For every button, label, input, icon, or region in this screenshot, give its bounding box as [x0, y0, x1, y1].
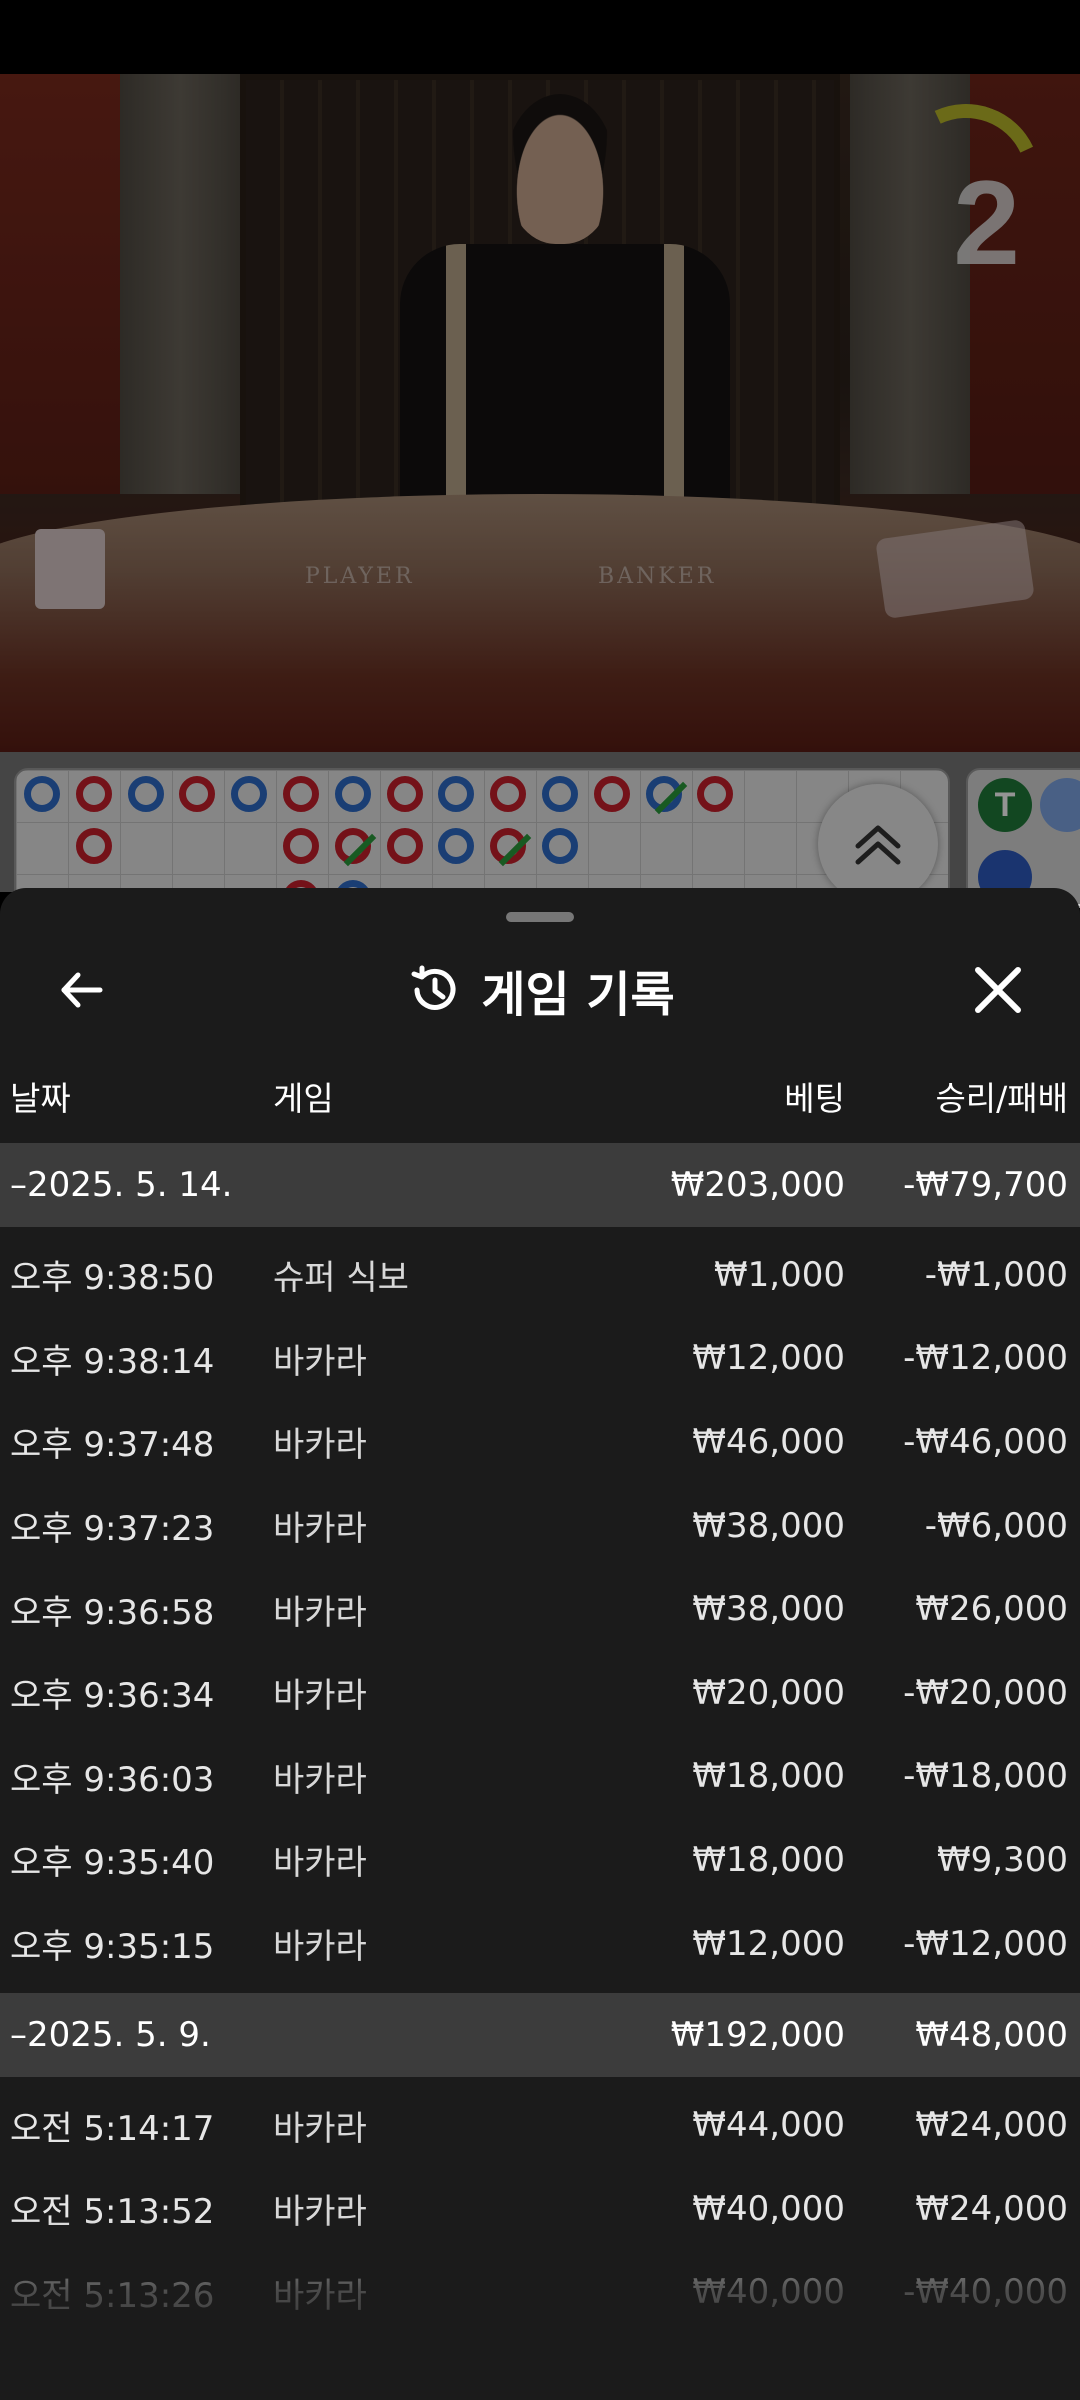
close-icon: [975, 967, 1021, 1013]
row-bet: ₩44,000: [692, 2105, 845, 2146]
sheet-title: 게임 기록: [481, 967, 675, 1023]
history-row[interactable]: 오후 9:36:03 바카라 ₩18,000 -₩18,000: [0, 1735, 1080, 1819]
row-bet: ₩12,000: [692, 1923, 845, 1964]
row-time: 오후 9:38:14: [10, 1341, 215, 1382]
row-time: 오후 9:38:50: [10, 1258, 215, 1299]
group-total-result: ₩48,000: [915, 2015, 1068, 2056]
history-row[interactable]: 오후 9:35:40 바카라 ₩18,000 ₩9,300: [0, 1818, 1080, 1902]
row-result: -₩1,000: [924, 1254, 1068, 1295]
row-game: 바카라: [273, 1843, 367, 1884]
date-group-header[interactable]: –2025. 5. 9. ₩192,000 ₩48,000: [0, 1993, 1080, 2078]
row-time: 오후 9:35:15: [10, 1927, 215, 1968]
back-button[interactable]: [46, 950, 116, 1030]
row-game: 바카라: [273, 2192, 367, 2233]
history-row[interactable]: 오후 9:38:14 바카라 ₩12,000 -₩12,000: [0, 1317, 1080, 1401]
group-total-result: -₩79,700: [903, 1165, 1068, 1205]
column-header-game: 게임: [273, 1079, 334, 1118]
row-result: -₩20,000: [903, 1672, 1068, 1713]
row-game: 바카라: [273, 1592, 367, 1633]
history-row[interactable]: 오전 5:13:52 바카라 ₩40,000 ₩24,000: [0, 2167, 1080, 2251]
row-game: 슈퍼 식보: [273, 1258, 409, 1299]
row-time: 오후 9:36:03: [10, 1759, 215, 1800]
status-bar: [0, 0, 1080, 74]
history-row[interactable]: 오후 9:37:23 바카라 ₩38,000 -₩6,000: [0, 1484, 1080, 1568]
history-row[interactable]: 오후 9:36:34 바카라 ₩20,000 -₩20,000: [0, 1651, 1080, 1735]
dim-overlay[interactable]: [0, 74, 1080, 904]
row-result: ₩26,000: [915, 1589, 1068, 1630]
row-game: 바카라: [273, 2108, 367, 2149]
row-result: -₩46,000: [903, 1421, 1068, 1462]
row-game: 바카라: [273, 1676, 367, 1717]
history-row[interactable]: 오후 9:38:50 슈퍼 식보 ₩1,000 -₩1,000: [0, 1233, 1080, 1317]
row-result: -₩12,000: [903, 1338, 1068, 1379]
row-game: 바카라: [273, 1425, 367, 1466]
row-game: 바카라: [273, 2275, 367, 2316]
row-result: ₩24,000: [915, 2188, 1068, 2229]
history-row[interactable]: 오전 5:14:17 바카라 ₩44,000 ₩24,000: [0, 2083, 1080, 2167]
history-row[interactable]: 오후 9:36:58 바카라 ₩38,000 ₩26,000: [0, 1567, 1080, 1651]
row-bet: ₩12,000: [692, 1338, 845, 1379]
sheet-header: 게임 기록: [0, 950, 1080, 1030]
row-game: 바카라: [273, 1341, 367, 1382]
history-row[interactable]: 오후 9:37:48 바카라 ₩46,000 -₩46,000: [0, 1400, 1080, 1484]
row-time: 오전 5:13:26: [10, 2275, 215, 2316]
row-bet: ₩18,000: [692, 1756, 845, 1797]
row-bet: ₩18,000: [692, 1839, 845, 1880]
group-date: –2025. 5. 14.: [10, 1165, 233, 1205]
date-group-header[interactable]: –2025. 5. 14. ₩203,000 -₩79,700: [0, 1143, 1080, 1227]
history-row[interactable]: 오후 9:35:15 바카라 ₩12,000 -₩12,000: [0, 1902, 1080, 1986]
history-list[interactable]: –2025. 5. 14. ₩203,000 -₩79,700 오후 9:38:50 슈…: [0, 1143, 1080, 2334]
row-result: -₩6,000: [924, 1505, 1068, 1546]
row-time: 오후 9:35:40: [10, 1843, 215, 1884]
column-header-win-loss: 승리/패배: [935, 1079, 1068, 1118]
row-result: -₩40,000: [903, 2272, 1068, 2313]
row-bet: ₩38,000: [692, 1505, 845, 1546]
back-arrow-icon: [61, 972, 103, 1008]
row-result: -₩18,000: [903, 1756, 1068, 1797]
row-time: 오후 9:36:58: [10, 1592, 215, 1633]
row-result: ₩9,300: [937, 1839, 1068, 1880]
drag-handle[interactable]: [506, 912, 574, 922]
column-header-bet: 베팅: [784, 1079, 845, 1118]
game-history-sheet: 게임 기록 날짜 게임 베팅 승리/패배 –2025. 5. 14. ₩203,0…: [0, 888, 1080, 2400]
row-game: 바카라: [273, 1927, 367, 1968]
row-bet: ₩40,000: [692, 2272, 845, 2313]
close-button[interactable]: [962, 950, 1034, 1030]
row-time: 오후 9:37:48: [10, 1425, 215, 1466]
row-bet: ₩38,000: [692, 1589, 845, 1630]
row-time: 오전 5:13:52: [10, 2192, 215, 2233]
row-game: 바카라: [273, 1509, 367, 1550]
row-game: 바카라: [273, 1759, 367, 1800]
row-bet: ₩40,000: [692, 2188, 845, 2229]
row-result: ₩24,000: [915, 2105, 1068, 2146]
group-total-bet: ₩192,000: [670, 2015, 845, 2056]
row-time: 오전 5:14:17: [10, 2108, 215, 2149]
row-time: 오후 9:36:34: [10, 1676, 215, 1717]
column-header-date: 날짜: [10, 1079, 71, 1118]
group-date: –2025. 5. 9.: [10, 2015, 211, 2056]
history-icon: [411, 965, 456, 1010]
history-row[interactable]: 오전 5:13:26 바카라 ₩40,000 -₩40,000: [0, 2251, 1080, 2335]
group-total-bet: ₩203,000: [670, 1165, 845, 1205]
row-bet: ₩46,000: [692, 1421, 845, 1462]
row-result: -₩12,000: [903, 1923, 1068, 1964]
row-time: 오후 9:37:23: [10, 1509, 215, 1550]
row-bet: ₩20,000: [692, 1672, 845, 1713]
row-bet: ₩1,000: [714, 1254, 845, 1295]
